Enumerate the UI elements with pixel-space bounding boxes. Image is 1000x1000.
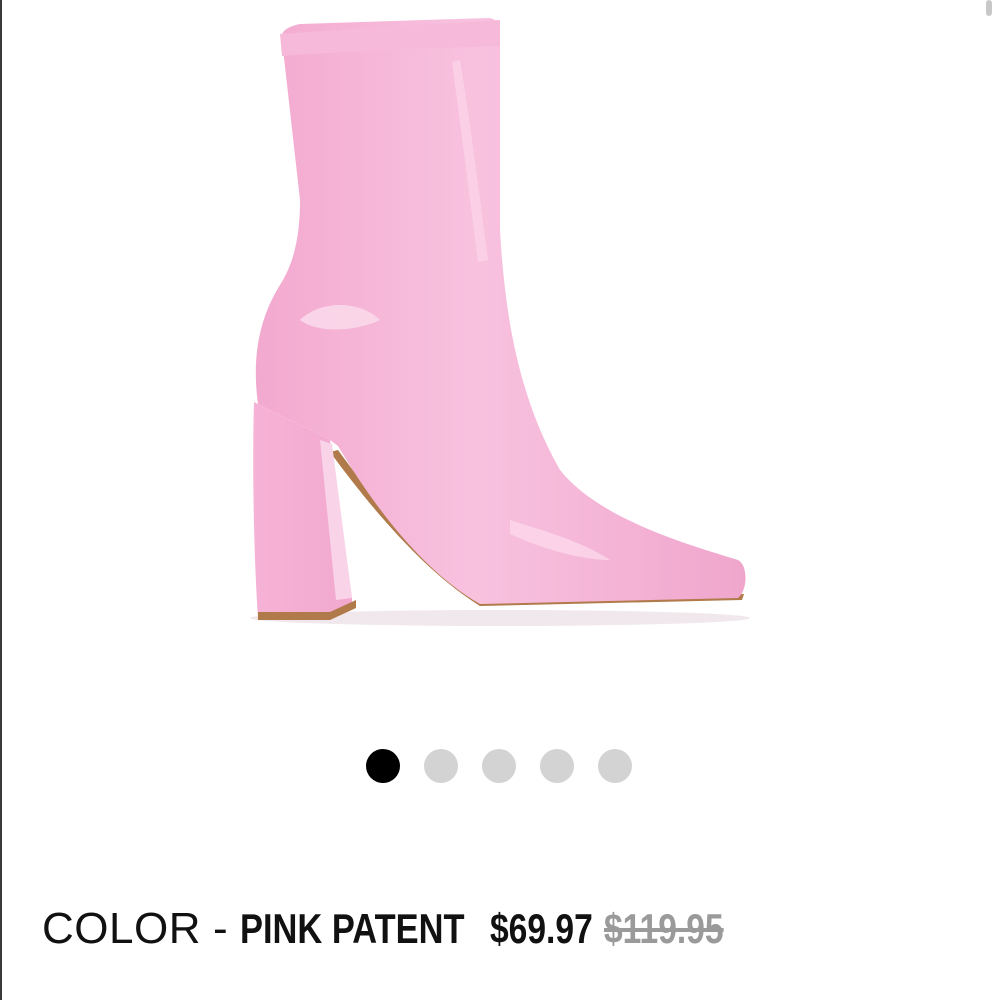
product-image[interactable]	[230, 10, 770, 640]
product-page: COLOR - PINK PATENT $69.97 $119.95	[0, 0, 1000, 1000]
pager-dot-1[interactable]	[366, 749, 400, 783]
pager-dot-4[interactable]	[540, 749, 574, 783]
scroll-indicator[interactable]	[986, 0, 992, 16]
sale-price: $69.97	[489, 905, 593, 952]
image-pager	[366, 749, 632, 783]
pager-dot-2[interactable]	[424, 749, 458, 783]
pager-dot-5[interactable]	[598, 749, 632, 783]
pager-dot-3[interactable]	[482, 749, 516, 783]
left-border	[0, 0, 2, 1000]
color-label: COLOR	[42, 904, 201, 953]
product-info-row: COLOR - PINK PATENT $69.97 $119.95	[42, 904, 753, 964]
color-value: PINK PATENT	[239, 905, 465, 952]
color-separator: -	[212, 904, 228, 953]
original-price: $119.95	[603, 905, 724, 952]
